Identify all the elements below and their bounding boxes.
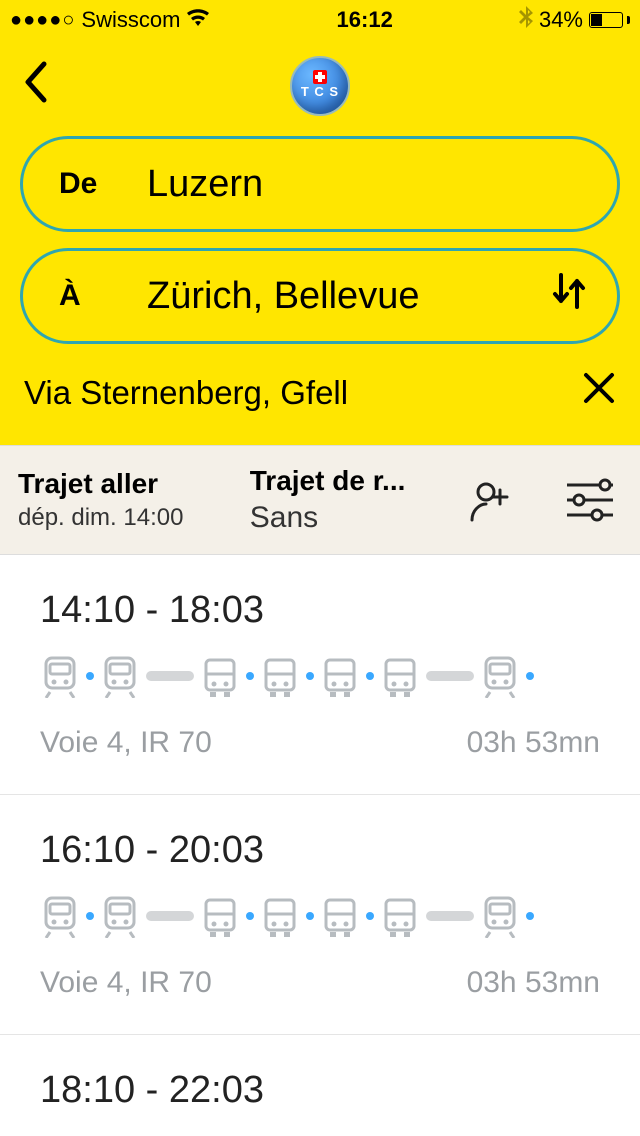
- bus-icon: [320, 654, 360, 698]
- bus-icon: [260, 654, 300, 698]
- bus-icon: [200, 894, 240, 938]
- search-header: T C S De Luzern À Zürich, Bellevue Via S…: [0, 40, 640, 445]
- trip-info: Voie 4, IR 70: [40, 726, 212, 760]
- to-label: À: [59, 279, 147, 313]
- bus-icon: [260, 894, 300, 938]
- trip-time: 18:10 - 22:03: [40, 1069, 600, 1112]
- app-logo: T C S: [290, 56, 350, 116]
- outbound-selector[interactable]: Trajet aller dép. dim. 14:00: [0, 454, 232, 546]
- trip-duration: 03h 53mn: [467, 966, 600, 1000]
- from-field[interactable]: De Luzern: [20, 136, 620, 232]
- clear-via-button[interactable]: [582, 370, 616, 415]
- results-list: 14:10 - 18:03 Voie 4, IR 70 03h 53mn 16:…: [0, 555, 640, 1136]
- train-icon: [40, 894, 80, 938]
- train-icon: [100, 654, 140, 698]
- bus-icon: [380, 894, 420, 938]
- train-icon: [100, 894, 140, 938]
- transport-icons: [40, 654, 600, 698]
- to-field[interactable]: À Zürich, Bellevue: [20, 248, 620, 344]
- trip-row[interactable]: 16:10 - 20:03 Voie 4, IR 70 03h 53mn: [0, 795, 640, 1035]
- bluetooth-icon: [519, 6, 533, 34]
- trip-time: 14:10 - 18:03: [40, 589, 600, 632]
- wifi-icon: [186, 7, 210, 33]
- transport-icons: [40, 894, 600, 938]
- train-icon: [40, 654, 80, 698]
- signal-dots: ●●●●○: [10, 9, 75, 32]
- bus-icon: [320, 894, 360, 938]
- back-button[interactable]: [20, 60, 48, 115]
- filter-settings-button[interactable]: [540, 477, 640, 523]
- trip-duration: 03h 53mn: [467, 726, 600, 760]
- bus-icon: [200, 654, 240, 698]
- battery-icon: [589, 12, 630, 28]
- train-icon: [480, 654, 520, 698]
- return-selector[interactable]: Trajet de r... Sans: [232, 451, 440, 549]
- via-text[interactable]: Via Sternenberg, Gfell: [24, 374, 348, 412]
- from-label: De: [59, 167, 147, 201]
- carrier-label: Swisscom: [81, 7, 180, 33]
- trip-row[interactable]: 14:10 - 18:03 Voie 4, IR 70 03h 53mn: [0, 555, 640, 795]
- status-bar: ●●●●○ Swisscom 16:12 34%: [0, 0, 640, 40]
- filter-bar: Trajet aller dép. dim. 14:00 Trajet de r…: [0, 445, 640, 555]
- trip-row[interactable]: 18:10 - 22:03: [0, 1035, 640, 1136]
- clock: 16:12: [337, 7, 393, 33]
- swap-icon[interactable]: [549, 269, 589, 323]
- from-value: Luzern: [147, 163, 263, 206]
- battery-label: 34%: [539, 7, 583, 33]
- train-icon: [480, 894, 520, 938]
- bus-icon: [380, 654, 420, 698]
- add-passenger-button[interactable]: [440, 476, 540, 524]
- trip-time: 16:10 - 20:03: [40, 829, 600, 872]
- trip-info: Voie 4, IR 70: [40, 966, 212, 1000]
- to-value: Zürich, Bellevue: [147, 275, 419, 318]
